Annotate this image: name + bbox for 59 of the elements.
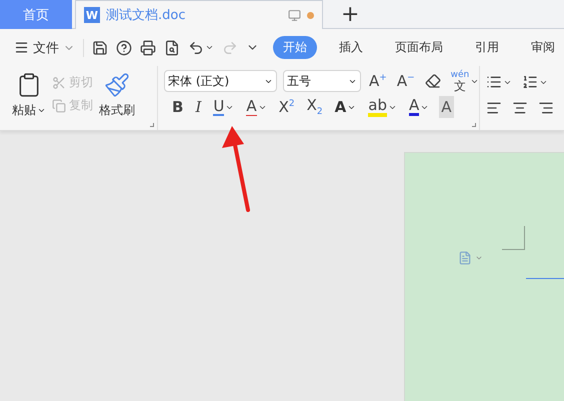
color-button[interactable]: A xyxy=(406,96,432,118)
help-button[interactable] xyxy=(116,40,132,56)
new-tab-button[interactable]: + xyxy=(341,0,360,28)
document-tab[interactable]: W 测试文档.doc xyxy=(75,0,323,29)
format-painter-button[interactable]: 格式刷 xyxy=(99,70,135,126)
scissors-icon xyxy=(52,76,66,90)
align-left-button[interactable] xyxy=(486,100,502,116)
document-icon xyxy=(458,251,472,265)
font-grow-button[interactable]: A$^{+}$ xyxy=(367,70,389,92)
writer-logo: W xyxy=(84,7,100,23)
align-left-icon xyxy=(486,100,502,116)
margin-corner-mark xyxy=(502,226,525,250)
plain-button[interactable]: X$^{2}$ xyxy=(276,96,297,118)
strike-button[interactable]: A xyxy=(244,96,269,118)
file-menu[interactable]: 文件 xyxy=(14,38,84,56)
monitor-icon[interactable] xyxy=(288,8,301,22)
print-icon xyxy=(140,40,156,56)
caret-icon xyxy=(475,254,483,262)
plain-button[interactable]: X$_{2}$ xyxy=(304,96,325,118)
ribbon-tab[interactable]: 引用 xyxy=(465,36,509,59)
outline-button[interactable]: A xyxy=(332,96,358,118)
align-center-icon xyxy=(512,100,528,116)
help-icon xyxy=(116,40,132,56)
numbered-list-icon xyxy=(522,74,538,90)
highlight-button[interactable]: ab xyxy=(366,96,399,118)
paste-button[interactable]: 粘贴 xyxy=(12,70,46,126)
bulleted-list-icon xyxy=(486,74,502,90)
paintbrush-icon xyxy=(104,72,130,98)
align-right-button[interactable] xyxy=(538,100,554,116)
ribbon-tab[interactable]: 插入 xyxy=(329,36,373,59)
font-name-field[interactable]: 宋体 (正文) xyxy=(164,70,277,92)
menu-icon xyxy=(14,40,29,55)
bold-button[interactable]: B xyxy=(170,96,186,118)
ribbon-tab[interactable]: 审阅 xyxy=(521,36,564,59)
underline-button[interactable]: U xyxy=(211,96,236,118)
preview-icon xyxy=(164,40,180,56)
save-icon xyxy=(92,40,108,56)
redo-icon xyxy=(222,40,238,56)
eraser-icon xyxy=(424,73,441,89)
save-button[interactable] xyxy=(92,40,108,56)
caret-icon xyxy=(205,43,214,52)
document-name: 测试文档.doc xyxy=(106,7,186,24)
numbering-button[interactable] xyxy=(522,74,548,90)
shade-button[interactable]: A xyxy=(439,96,454,118)
text-line xyxy=(526,278,564,279)
preview-button[interactable] xyxy=(164,40,180,56)
copy-icon xyxy=(52,98,66,112)
font-size-field[interactable]: 五号 xyxy=(283,70,361,92)
font-shrink-button[interactable]: A$^{−}$ xyxy=(394,70,417,92)
ribbon-tab[interactable]: 页面布局 xyxy=(385,36,453,59)
caret-icon xyxy=(37,106,46,115)
align-center-button[interactable] xyxy=(512,100,528,116)
undo-icon xyxy=(188,40,204,56)
bullets-button[interactable] xyxy=(486,74,512,90)
align-right-icon xyxy=(538,100,554,116)
undo-button[interactable] xyxy=(188,40,214,56)
print-button[interactable] xyxy=(140,40,156,56)
pinyin-button[interactable]: wén 文 xyxy=(448,70,482,92)
italic-button[interactable]: I xyxy=(193,96,204,118)
